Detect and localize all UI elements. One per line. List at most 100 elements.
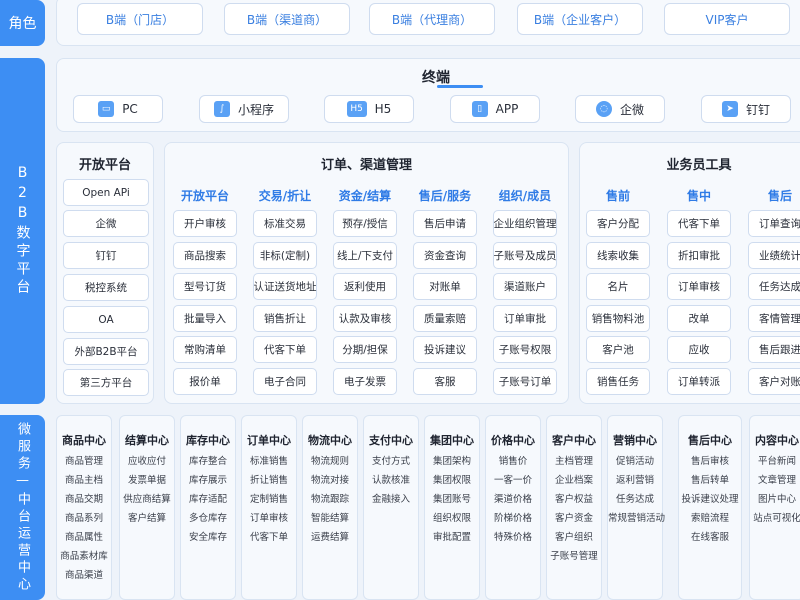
micro-service-item[interactable]: 客户结算: [120, 509, 174, 528]
micro-service-item[interactable]: 常规营销活动: [608, 509, 665, 528]
feature-item[interactable]: 客情管理: [748, 304, 800, 332]
feature-item[interactable]: 报价单: [173, 367, 237, 395]
feature-item[interactable]: 子账号及成员: [493, 241, 557, 269]
micro-service-item[interactable]: 任务达成: [608, 490, 662, 509]
feature-item[interactable]: 订单转派: [667, 367, 731, 395]
role-vip[interactable]: VIP客户: [664, 3, 790, 35]
feature-item[interactable]: 开户审核: [173, 210, 237, 237]
micro-service-item[interactable]: 智能结算: [303, 509, 357, 528]
open-item[interactable]: 外部B2B平台: [63, 338, 149, 365]
micro-service-item[interactable]: 商品属性: [57, 528, 111, 547]
feature-item[interactable]: 销售折让: [253, 304, 317, 332]
feature-item[interactable]: 分期/担保: [333, 336, 397, 363]
micro-service-item[interactable]: 审批配置: [425, 528, 479, 547]
micro-service-item[interactable]: 商品素材库: [57, 547, 111, 566]
terminal-h5[interactable]: H5 H5: [324, 95, 414, 123]
open-item[interactable]: 钉钉: [63, 242, 149, 269]
micro-service-item[interactable]: 标准销售: [242, 452, 296, 471]
micro-service-item[interactable]: 商品系列: [57, 509, 111, 528]
feature-item[interactable]: 企业组织管理: [493, 210, 557, 237]
feature-item[interactable]: 客户池: [586, 336, 650, 363]
open-item[interactable]: Open APi: [63, 179, 149, 206]
feature-item[interactable]: 销售物料池: [586, 304, 650, 332]
micro-service-item[interactable]: 商品渠道: [57, 566, 111, 585]
micro-service-item[interactable]: 子账号管理: [547, 547, 601, 566]
micro-service-item[interactable]: 客户权益: [547, 490, 601, 509]
micro-service-item[interactable]: 安全库存: [181, 528, 235, 547]
feature-item[interactable]: 客服: [413, 367, 477, 395]
feature-item[interactable]: 改单: [667, 304, 731, 332]
open-item[interactable]: 企微: [63, 210, 149, 237]
micro-service-item[interactable]: 投诉建议处理: [679, 490, 741, 509]
micro-service-item[interactable]: 物流跟踪: [303, 490, 357, 509]
terminal-pc[interactable]: ▭ PC: [73, 95, 163, 123]
feature-item[interactable]: 型号订货: [173, 273, 237, 300]
feature-item[interactable]: 认款及审核: [333, 304, 397, 332]
feature-item[interactable]: 订单查询: [748, 210, 800, 237]
micro-service-item[interactable]: 多仓库存: [181, 509, 235, 528]
terminal-dingtalk[interactable]: ➤ 钉钉: [701, 95, 791, 123]
feature-item[interactable]: 销售任务: [586, 367, 650, 395]
micro-service-item[interactable]: 认款核准: [364, 471, 418, 490]
feature-item[interactable]: 常购清单: [173, 336, 237, 363]
micro-service-item[interactable]: 组织权限: [425, 509, 479, 528]
feature-item[interactable]: 质量索赔: [413, 304, 477, 332]
open-item[interactable]: 税控系统: [63, 274, 149, 301]
micro-service-item[interactable]: 集团架构: [425, 452, 479, 471]
role-channel[interactable]: B端（渠道商）: [224, 3, 350, 35]
feature-item[interactable]: 业绩统计: [748, 241, 800, 269]
feature-item[interactable]: 非标(定制): [253, 241, 317, 269]
terminal-app[interactable]: ▯ APP: [450, 95, 540, 123]
micro-service-item[interactable]: 库存整合: [181, 452, 235, 471]
feature-item[interactable]: 线上/下支付: [333, 241, 397, 269]
micro-service-item[interactable]: 平台新闻: [750, 452, 800, 471]
feature-item[interactable]: 子账号权限: [493, 336, 557, 363]
micro-service-item[interactable]: 促销活动: [608, 452, 662, 471]
micro-service-item[interactable]: 一客一价: [486, 471, 540, 490]
role-agent[interactable]: B端（代理商）: [369, 3, 495, 35]
micro-service-item[interactable]: 渠道价格: [486, 490, 540, 509]
micro-service-item[interactable]: 企业档案: [547, 471, 601, 490]
feature-item[interactable]: 代客下单: [667, 210, 731, 237]
micro-service-item[interactable]: 商品交期: [57, 490, 111, 509]
feature-item[interactable]: 售后申请: [413, 210, 477, 237]
feature-item[interactable]: 线索收集: [586, 241, 650, 269]
feature-item[interactable]: 对账单: [413, 273, 477, 300]
feature-item[interactable]: 商品搜索: [173, 241, 237, 269]
feature-item[interactable]: 折扣审批: [667, 241, 731, 269]
micro-service-item[interactable]: 集团账号: [425, 490, 479, 509]
micro-service-item[interactable]: 返利营销: [608, 471, 662, 490]
feature-item[interactable]: 子账号订单: [493, 367, 557, 395]
micro-service-item[interactable]: 折让销售: [242, 471, 296, 490]
micro-service-item[interactable]: 图片中心: [750, 490, 800, 509]
micro-service-item[interactable]: 商品主档: [57, 471, 111, 490]
feature-item[interactable]: 电子合同: [253, 367, 317, 395]
role-enterprise[interactable]: B端（企业客户）: [517, 3, 643, 35]
feature-item[interactable]: 标准交易: [253, 210, 317, 237]
micro-service-item[interactable]: 运费结算: [303, 528, 357, 547]
feature-item[interactable]: 应收: [667, 336, 731, 363]
micro-service-item[interactable]: 销售价: [486, 452, 540, 471]
micro-service-item[interactable]: 库存展示: [181, 471, 235, 490]
micro-service-item[interactable]: 商品管理: [57, 452, 111, 471]
feature-item[interactable]: 名片: [586, 273, 650, 300]
feature-item[interactable]: 渠道账户: [493, 273, 557, 300]
feature-item[interactable]: 代客下单: [253, 336, 317, 363]
feature-item[interactable]: 资金查询: [413, 241, 477, 269]
feature-item[interactable]: 客户分配: [586, 210, 650, 237]
micro-service-item[interactable]: 索赔流程: [679, 509, 741, 528]
feature-item[interactable]: 客户对账: [748, 367, 800, 395]
open-item[interactable]: OA: [63, 306, 149, 333]
feature-item[interactable]: 返利使用: [333, 273, 397, 300]
micro-service-item[interactable]: 客户组织: [547, 528, 601, 547]
micro-service-item[interactable]: 物流规则: [303, 452, 357, 471]
feature-item[interactable]: 投诉建议: [413, 336, 477, 363]
micro-service-item[interactable]: 订单审核: [242, 509, 296, 528]
micro-service-item[interactable]: 阶梯价格: [486, 509, 540, 528]
feature-item[interactable]: 电子发票: [333, 367, 397, 395]
feature-item[interactable]: 预存/授信: [333, 210, 397, 237]
micro-service-item[interactable]: 库存适配: [181, 490, 235, 509]
terminal-wecom[interactable]: ◌ 企微: [575, 95, 665, 123]
micro-service-item[interactable]: 特殊价格: [486, 528, 540, 547]
micro-service-item[interactable]: 站点可视化: [750, 509, 800, 528]
